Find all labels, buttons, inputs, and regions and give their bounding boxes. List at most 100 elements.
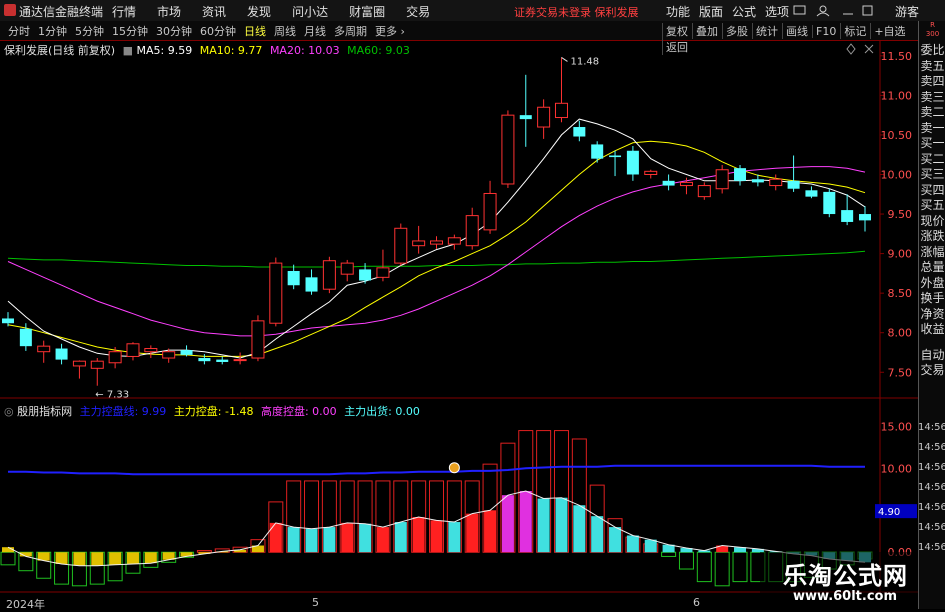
candle-body — [198, 358, 211, 362]
y-tick-label: 9.00 — [888, 248, 913, 261]
candle-body — [108, 351, 122, 364]
y-tick-label: 8.50 — [888, 287, 913, 300]
x-label-may: 5 — [312, 596, 319, 609]
y-tick-label: 8.00 — [888, 327, 913, 340]
candle-body — [126, 343, 140, 357]
time-label: 14:56 — [918, 442, 945, 453]
candle-body — [340, 262, 354, 275]
candle — [180, 345, 193, 357]
candle — [412, 225, 426, 254]
candle — [376, 249, 390, 282]
candle-body — [269, 262, 283, 324]
candle — [216, 356, 229, 365]
candle-body — [805, 190, 818, 197]
chart-canvas[interactable]: 7.50 8.00 8.50 9.00 9.50 10.00 10.50 11.00 11.50… — [0, 0, 945, 609]
time-label: 14:56 — [918, 482, 945, 493]
candle-body — [90, 360, 104, 369]
filled-bar — [73, 552, 86, 566]
filled-bar — [626, 535, 639, 553]
candle-body — [216, 359, 229, 362]
candle — [859, 206, 871, 232]
indicator-y-tick-label: 15.00 — [881, 420, 913, 433]
candle-body — [394, 227, 408, 264]
candle-body — [769, 178, 783, 187]
candle-body — [644, 170, 658, 175]
filled-bar — [466, 513, 479, 553]
time-label: 14:56 — [918, 502, 945, 513]
candle — [483, 180, 497, 234]
y-tick-label: 11.50 — [881, 50, 913, 63]
filled-bar — [287, 527, 300, 553]
y-tick-label: 11.00 — [881, 89, 913, 102]
candle-body — [55, 348, 68, 360]
filled-bar — [376, 527, 389, 553]
y-tick-label: 10.50 — [881, 129, 913, 142]
candle-body — [251, 320, 265, 359]
candle — [805, 186, 818, 199]
candle-body — [537, 106, 551, 128]
candle — [787, 155, 800, 192]
filled-bar — [394, 522, 407, 553]
candle — [591, 141, 604, 163]
filled-bar — [55, 552, 68, 564]
y-tick-label: 7.50 — [888, 366, 913, 379]
filled-bar — [91, 552, 104, 566]
filled-bar — [609, 527, 622, 553]
candle-body — [376, 267, 390, 278]
candle — [55, 343, 68, 365]
candle-body — [37, 345, 51, 353]
candle-body — [626, 150, 639, 175]
outline-bar — [196, 550, 212, 553]
filled-bar — [644, 539, 657, 553]
candle-body — [162, 351, 176, 359]
watermark-title: 乐淘公式网 — [783, 562, 908, 590]
time-label: 14:56 — [918, 542, 945, 553]
filled-bar — [519, 490, 532, 553]
filled-bar — [323, 527, 336, 553]
candle — [465, 207, 479, 250]
candle-body — [679, 181, 693, 187]
candle-body — [501, 114, 515, 185]
candle-body — [305, 277, 318, 292]
filled-bar — [484, 510, 497, 553]
filled-bar — [591, 516, 604, 553]
filled-bar — [555, 497, 568, 553]
outline-bar — [732, 551, 748, 583]
candle-body — [359, 269, 372, 281]
candle — [841, 194, 854, 226]
candle — [430, 236, 443, 249]
filled-bar — [305, 528, 318, 553]
candle — [394, 223, 408, 266]
candle-body — [2, 318, 14, 324]
time-label: 14:56 — [918, 462, 945, 473]
candle — [644, 169, 658, 179]
filled-bar — [573, 505, 586, 553]
candle-body — [823, 191, 836, 215]
candle — [609, 150, 622, 177]
outline-bar — [696, 551, 712, 583]
candle-body — [519, 115, 532, 120]
candle-body — [841, 210, 854, 222]
candle-body — [591, 144, 604, 159]
candle — [823, 188, 836, 218]
candle — [322, 256, 336, 294]
candle — [2, 312, 14, 327]
candle-body — [715, 169, 729, 190]
filled-bar — [501, 495, 514, 553]
x-label-june: 6 — [693, 596, 700, 609]
candle-body — [233, 359, 247, 362]
filled-bar — [126, 552, 139, 564]
candle-body — [19, 328, 32, 347]
candle — [287, 264, 300, 290]
candle-body — [287, 271, 300, 286]
candle — [662, 174, 675, 191]
candle — [90, 358, 104, 386]
y-tick-label: 9.50 — [888, 208, 913, 221]
outline-bar — [714, 551, 730, 587]
filled-bar — [109, 552, 122, 565]
high-annotation: 11.48 — [570, 56, 599, 67]
low-annotation: ← 7.33 — [95, 390, 129, 401]
candle — [769, 174, 783, 191]
indicator-y-tick-label: 10.00 — [881, 462, 913, 475]
high-marker — [561, 56, 568, 62]
